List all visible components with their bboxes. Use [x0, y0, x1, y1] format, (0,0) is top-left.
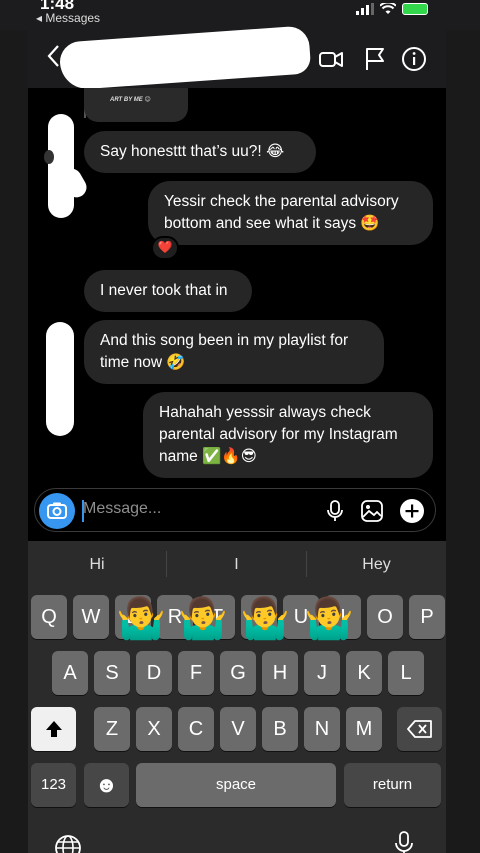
back-to-messages-link[interactable]: ◂ Messages: [36, 11, 100, 25]
key-h[interactable]: H: [262, 651, 298, 695]
suggestion-hey[interactable]: Hey: [307, 541, 446, 587]
heart-reaction-icon[interactable]: ❤️: [151, 236, 179, 260]
back-chevron-icon[interactable]: [46, 44, 60, 68]
signal-icon: [356, 3, 374, 15]
redacted-avatar: [46, 322, 74, 436]
key-s[interactable]: S: [94, 651, 130, 695]
message-input[interactable]: [83, 500, 303, 518]
key-a[interactable]: A: [52, 651, 88, 695]
camera-icon: [47, 502, 67, 519]
suggestion-bar: Hi I Hey: [28, 541, 446, 587]
key-l[interactable]: L: [388, 651, 424, 695]
key-j[interactable]: J: [304, 651, 340, 695]
shrug-emoji-sticker: 🤷‍♂️: [240, 597, 290, 641]
shrug-emoji-sticker: 🤷‍♂️: [116, 597, 166, 641]
shift-arrow-icon: [45, 721, 62, 737]
wifi-icon: [380, 3, 396, 14]
keyboard: Hi I Hey Q W E R T Y U I O P 🤷‍♂️ 🤷‍♂️ 🤷…: [28, 541, 446, 853]
key-n[interactable]: N: [304, 707, 340, 751]
key-m[interactable]: M: [346, 707, 382, 751]
status-bar: 1:48 ◂ Messages: [0, 0, 480, 30]
backspace-key[interactable]: [397, 707, 442, 751]
message-bubble-outgoing[interactable]: Hahahah yesssir always check parental ad…: [143, 392, 433, 478]
video-call-icon[interactable]: [318, 46, 344, 72]
shrug-emoji-sticker: 🤷‍♂️: [178, 597, 228, 641]
microphone-icon[interactable]: [323, 499, 347, 523]
suggestion-hi[interactable]: Hi: [28, 541, 166, 587]
avatar: [44, 150, 54, 164]
key-q[interactable]: Q: [31, 595, 67, 639]
suggestion-i[interactable]: I: [167, 541, 306, 587]
message-composer: [34, 488, 436, 532]
camera-button[interactable]: [39, 493, 75, 529]
key-v[interactable]: V: [220, 707, 256, 751]
numbers-key[interactable]: 123: [31, 763, 76, 807]
key-x[interactable]: X: [136, 707, 172, 751]
message-bubble-outgoing[interactable]: Yessir check the parental advisory botto…: [148, 181, 433, 245]
key-d[interactable]: D: [136, 651, 172, 695]
plus-icon[interactable]: [400, 499, 424, 523]
key-k[interactable]: K: [346, 651, 382, 695]
message-thread[interactable]: ART BY ME 😊 Say honesttt that’s uu?! 😂 Y…: [28, 88, 446, 543]
key-f[interactable]: F: [178, 651, 214, 695]
shrug-emoji-sticker: 🤷‍♂️: [304, 597, 354, 641]
info-icon[interactable]: [401, 46, 427, 72]
key-p[interactable]: P: [409, 595, 445, 639]
key-w[interactable]: W: [73, 595, 109, 639]
chat-header: [28, 25, 446, 91]
redacted-username: [58, 25, 312, 91]
message-bubble-incoming[interactable]: And this song been in my playlist for ti…: [84, 320, 384, 384]
key-o[interactable]: O: [367, 595, 403, 639]
redacted-avatar: [48, 114, 74, 218]
return-key[interactable]: return: [344, 763, 441, 807]
shift-key[interactable]: [31, 707, 76, 751]
emoji-key[interactable]: ☻: [84, 763, 129, 807]
status-icons: [356, 3, 428, 15]
key-g[interactable]: G: [220, 651, 256, 695]
gallery-icon[interactable]: [360, 499, 384, 523]
key-b[interactable]: B: [262, 707, 298, 751]
battery-charging-icon: [402, 3, 428, 15]
key-c[interactable]: C: [178, 707, 214, 751]
space-key[interactable]: space: [136, 763, 336, 807]
message-bubble-incoming[interactable]: I never took that in: [84, 270, 252, 312]
dictation-microphone-icon[interactable]: [392, 831, 416, 853]
globe-icon[interactable]: [54, 834, 82, 853]
message-bubble-incoming[interactable]: Say honesttt that’s uu?! 😂: [84, 131, 316, 173]
backspace-icon: [406, 720, 432, 738]
key-z[interactable]: Z: [94, 707, 130, 751]
flag-icon[interactable]: [362, 46, 388, 72]
shared-post-preview[interactable]: ART BY ME 😊: [84, 88, 188, 122]
shared-post-label: ART BY ME 😊: [110, 97, 151, 103]
